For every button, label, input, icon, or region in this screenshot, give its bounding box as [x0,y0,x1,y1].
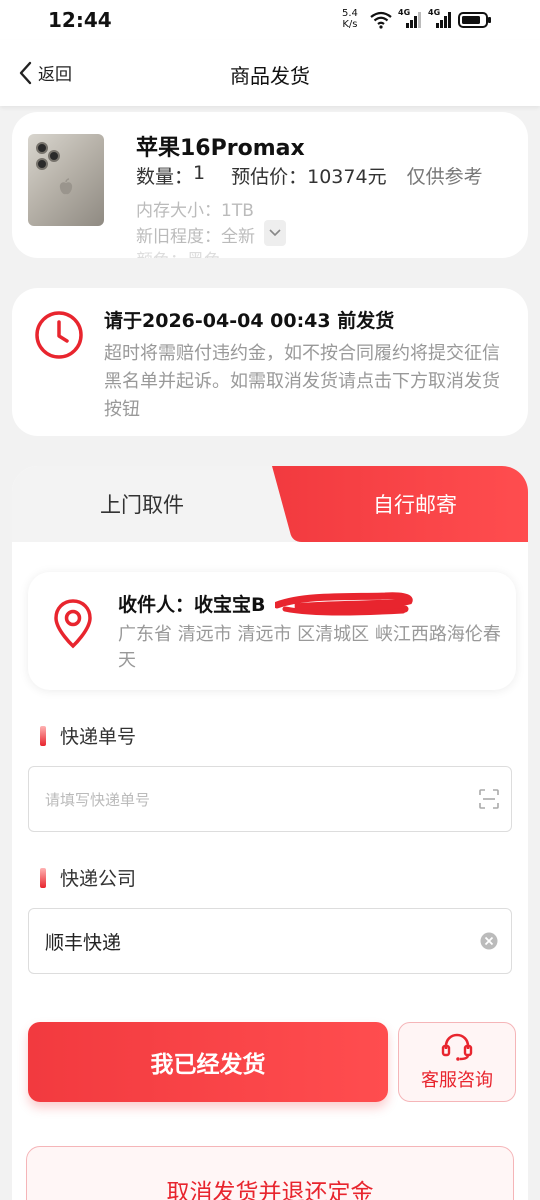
tracking-number-field[interactable] [28,766,512,832]
nav-bar: 返回 商品发货 [0,40,540,106]
recipient-name: 收件人：收宝宝B [118,594,266,616]
recipient: 收件人：收宝宝B [118,590,415,617]
signal-bars-icon [436,12,451,28]
deadline-description: 超时将需赔付违约金，如不按合同履约将提交征信黑名单并起诉。如需取消发货请点击下方… [104,343,500,420]
redaction-scribble [275,591,414,615]
status-bar: 12:44 5.4 K/s 4G 4G [0,0,540,40]
scan-icon[interactable] [479,789,499,809]
wifi-icon [370,11,392,29]
clock-icon [35,311,83,359]
courier-value: 顺丰快递 [45,931,122,954]
shipped-button[interactable]: 我已经发货 [28,1022,388,1102]
price-label: 预估价： [231,166,308,188]
tracking-label-text: 快递单号 [60,726,137,748]
spec-condition: 新旧程度：全新 [136,227,255,247]
deadline-card: 请于2026-04-04 00:43 前发货 超时将需赔付违约金，如不按合同履约… [12,288,528,436]
signal-2: 4G [428,8,452,29]
tab-self-mail[interactable]: 自行邮寄 [272,466,528,542]
signal-bars-icon [406,12,421,28]
address-detail: 广东省 清远市 清远市 区清城区 峡江西路海伦春天 [118,624,501,671]
signal-1: 4G [398,8,422,29]
tab-self-mail-label: 自行邮寄 [373,493,457,517]
location-pin-icon [54,599,92,649]
apple-logo-icon [59,178,73,195]
shipping-card: 上门取件 自行邮寄 收件人：收宝宝B 广东省 清远市 清远市 区清城区 峡江西路… [12,466,528,1200]
status-time: 12:44 [48,8,112,32]
product-meta: 数量： 1 预估价： 10374元 仅供参考 [136,162,483,189]
camera-module [36,142,62,172]
page-title: 商品发货 [230,64,310,88]
tab-pickup[interactable]: 上门取件 [12,466,272,542]
courier-field[interactable]: 顺丰快递 [28,908,512,974]
network-speed-value: 5.4 [342,8,358,19]
customer-service-label: 客服咨询 [421,1070,493,1091]
deadline-title: 请于2026-04-04 00:43 前发货 [104,310,395,332]
clear-icon[interactable] [479,931,499,951]
cancel-shipment-button[interactable]: 取消发货并退还定金 [26,1146,514,1200]
expand-specs-button[interactable] [264,220,286,246]
battery-icon [458,12,491,28]
label-accent-bar [40,867,46,888]
status-icons: 4G 4G [370,8,492,30]
customer-service-button[interactable]: 客服咨询 [398,1022,516,1102]
shipping-tabs: 上门取件 自行邮寄 [12,466,528,542]
courier-label-text: 快递公司 [60,868,137,890]
label-accent-bar [40,725,46,746]
price-note: 仅供参考 [406,166,483,188]
quantity-label: 数量： [136,166,194,188]
tracking-label: 快递单号 [40,722,136,749]
product-name: 苹果16Promax [136,136,305,161]
headset-icon [441,1033,473,1061]
network-speed: 5.4 K/s [342,8,358,30]
quantity-value: 1 [193,162,206,184]
courier-label: 快递公司 [40,864,136,891]
address-card[interactable]: 收件人：收宝宝B 广东省 清远市 清远市 区清城区 峡江西路海伦春天 [28,572,516,690]
spec-color: 颜色：黑色 [136,246,221,258]
price-value: 10374元 [307,166,387,188]
product-card: 苹果16Promax 数量： 1 预估价： 10374元 仅供参考 内存大小：1TB… [12,112,528,258]
spec-storage: 内存大小：1TB [136,201,254,221]
tracking-number-input[interactable] [45,767,445,831]
chevron-down-icon [269,229,281,237]
network-speed-unit: K/s [342,19,358,30]
product-image [28,134,104,226]
